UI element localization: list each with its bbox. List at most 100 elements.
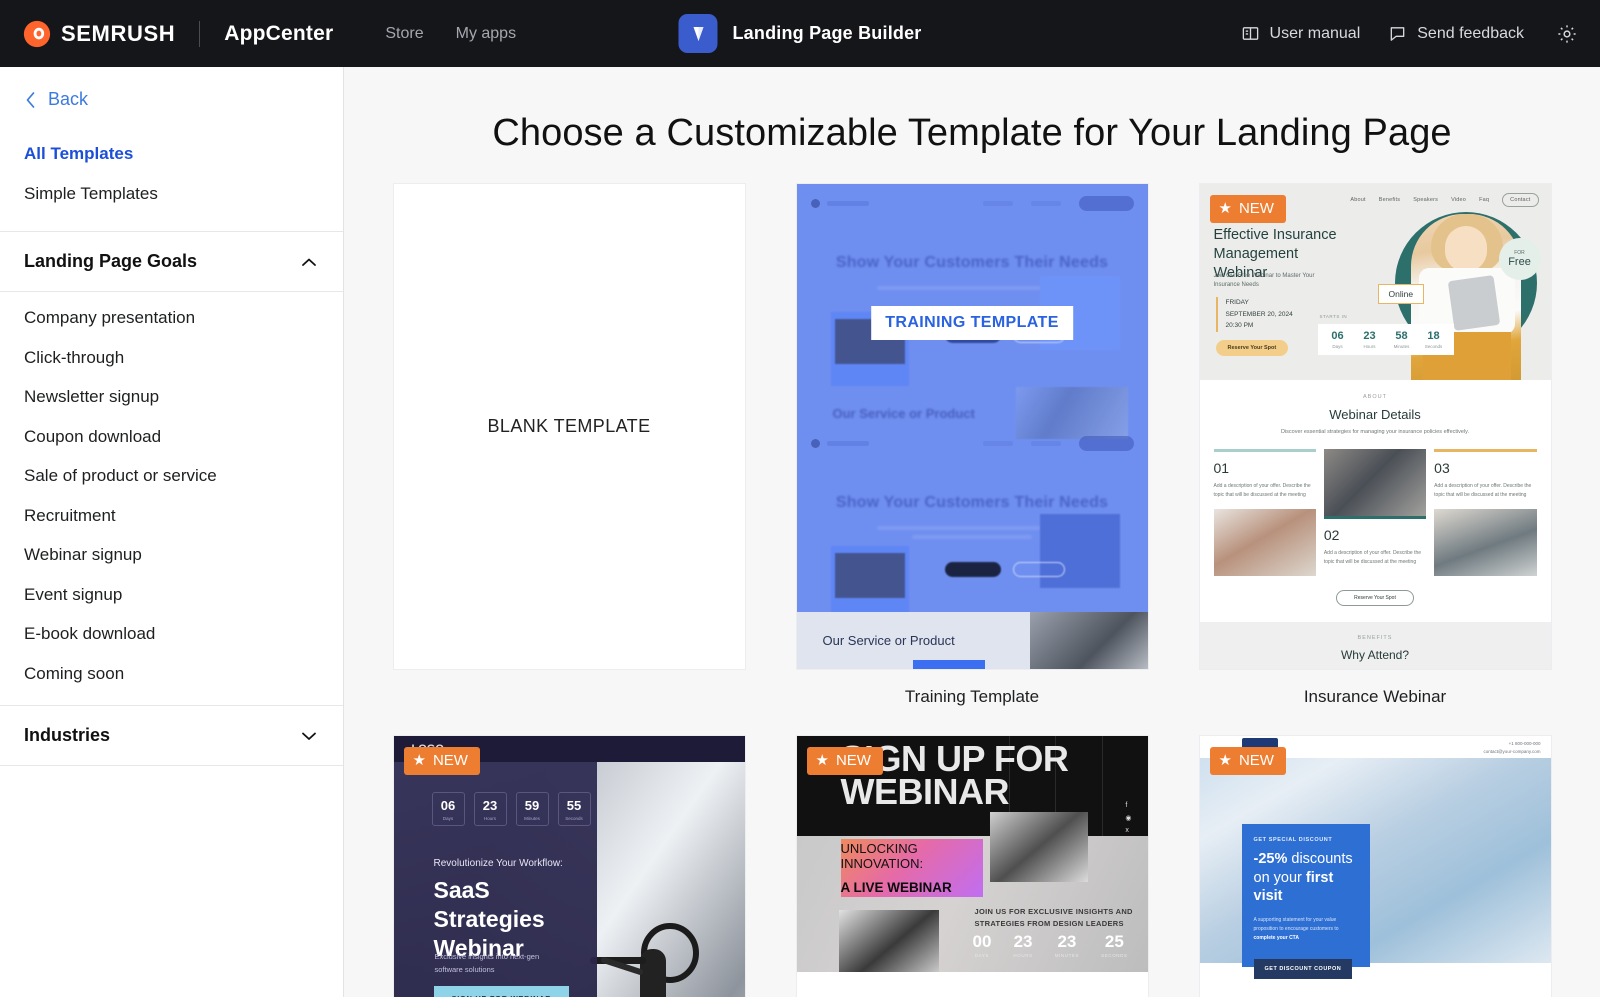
countdown-hours-label: Hours [1363,344,1376,349]
mock-footer-button [912,660,985,669]
star-icon: ★ [412,752,426,769]
sidebar-item-e-book-download[interactable]: E-book download [0,614,343,654]
mock-nav-speakers: Speakers [1413,197,1439,203]
user-manual-button[interactable]: User manual [1241,24,1360,43]
chevron-up-icon [302,258,316,266]
mock-headline-line-2: WEBINAR [840,771,1010,813]
countdown-minutes-label: MINUTES [1054,953,1080,958]
mock-logo-bar [826,440,869,446]
template-thumbnail-insurance-webinar[interactable]: About Benefits Speakers Video Faq Contac… [1198,183,1552,670]
nav-link-my-apps[interactable]: My apps [456,25,516,43]
mock-hero-cta: Reserve Your Spot [1215,340,1289,356]
sidebar-item-event-signup[interactable]: Event signup [0,575,343,615]
mock-gradient-line-2: INNOVATION: [840,855,924,871]
sidebar-group-landing-page-goals[interactable]: Landing Page Goals [0,232,343,291]
book-icon [1242,27,1258,40]
brand-block: SEMRUSH AppCenter [0,19,333,49]
new-badge: ★ NEW [806,747,883,775]
template-card-insurance-webinar[interactable]: ★ NEW About Benefits Speakers Video Faq … [1198,183,1552,707]
mock-date-time: 20:30 PM [1225,322,1254,330]
nav-link-store[interactable]: Store [385,25,423,43]
sidebar-item-click-through[interactable]: Click-through [0,338,343,378]
countdown-minutes-value: 58 [1395,330,1408,342]
mock-hero-subhead: Join Our Free Webinar to Master Your Ins… [1213,273,1315,288]
sidebar-item-coming-soon[interactable]: Coming soon [0,654,343,694]
template-label-training: Training Template [904,687,1040,706]
appcenter-label[interactable]: AppCenter [224,22,333,46]
template-card-sign-up-webinar[interactable]: ★ NEW SIGN UP FOR WEBINAR f ◉ x UNLOCKIN… [795,735,1149,997]
sidebar-item-recruitment[interactable]: Recruitment [0,496,343,536]
sidebar-item-sale-of-product-or-service[interactable]: Sale of product or service [0,456,343,496]
mock-nav-about: About [1350,197,1366,203]
mock-starts-in-label: STARTS IN [1319,314,1348,319]
mock-phone: +1 800-000-000 [1508,741,1541,746]
mock-subline [877,286,1067,290]
mock-photo-desk [989,812,1088,882]
sidebar-item-simple-templates[interactable]: Simple Templates [0,174,343,214]
countdown-hours-value: 23 [482,798,498,813]
gear-icon [1558,24,1576,43]
training-template-overlay-label: TRAINING TEMPLATE [871,306,1073,340]
countdown-days-label: Days [1332,344,1343,349]
mock-subline [877,526,1067,530]
mock-subhead: Exclusive insights into next-gen softwar… [434,952,540,974]
sidebar-item-company-presentation[interactable]: Company presentation [0,298,343,338]
mock-offer-paragraph: A supporting statement for your value pr… [1254,916,1358,944]
template-card-discount[interactable]: ★ NEW +1 800-000-000 contact@your-compan… [1198,735,1552,997]
countdown-minutes-value: 23 [1057,932,1077,951]
sidebar-group-industries[interactable]: Industries [0,706,343,765]
semrush-logo[interactable]: SEMRUSH [22,19,175,49]
template-thumbnail-blank[interactable]: BLANK TEMPLATE [392,183,746,670]
template-thumbnail-training[interactable]: Show Your Customers Their Needs Our Serv… [795,183,1149,670]
sidebar-item-newsletter-signup[interactable]: Newsletter signup [0,377,343,417]
countdown-seconds-label: SECONDS [1101,953,1128,958]
mock-step-number-02: 02 [1323,527,1340,543]
template-card-saas-strategies[interactable]: ★ NEW 06 Days 23 Hours 59 Minutes 55 Sec… [392,735,746,997]
send-feedback-label: Send feedback [1417,24,1524,42]
back-button[interactable]: Back [0,67,343,130]
template-card-blank[interactable]: BLANK TEMPLATE [392,183,746,707]
mock-offer-paragraph-text: A supporting statement for your value pr… [1253,916,1339,932]
mock-date-day: FRIDAY [1225,299,1249,306]
mock-about-title: Webinar Details [1329,407,1421,422]
countdown-cell: 58 Minutes [1386,330,1418,349]
mock-nav-bar [1030,440,1061,446]
mock-nav-video: Video [1451,197,1467,203]
sidebar-item-all-templates[interactable]: All Templates [0,134,343,174]
countdown-days-label: Days [442,816,454,821]
main-content: Choose a Customizable Template for Your … [344,67,1600,997]
x-icon: x [1125,827,1129,834]
settings-button[interactable] [1552,23,1578,45]
new-badge: ★ NEW [1209,195,1286,223]
mock-gradient-line-3: A LIVE WEBINAR [840,880,952,895]
brand-divider [199,20,201,47]
top-bar-actions: User manual Send feedback [1241,23,1600,45]
top-nav-links: Store My apps [385,25,516,43]
sidebar-goal-items: Company presentation Click-through Newsl… [0,292,343,705]
mock-cta-button: SIGN UP FOR WEBINAR [433,986,570,997]
sidebar-item-coupon-download[interactable]: Coupon download [0,417,343,457]
template-card-training[interactable]: Show Your Customers Their Needs Our Serv… [795,183,1149,707]
blank-template-text: BLANK TEMPLATE [487,416,651,436]
mock-image-left [830,546,909,620]
back-label: Back [48,89,89,109]
mock-logo-dot [810,438,820,448]
send-feedback-button[interactable]: Send feedback [1388,24,1524,43]
mock-body: UNLOCKING INNOVATION: A LIVE WEBINAR JOI… [796,836,1148,972]
sidebar-item-webinar-signup[interactable]: Webinar signup [0,535,343,575]
countdown-hours-value: 23 [1363,330,1376,342]
mock-nav-button [1078,195,1134,211]
mock-cta-primary [944,562,1001,577]
mock-footer-text: Our Service or Product [822,633,955,648]
mock-contact-info: +1 800-000-000 contact@your-company.com [1483,740,1540,756]
countdown-days-label: DAYS [974,953,990,958]
mock-rule-gold [1434,449,1537,452]
top-navigation-bar: SEMRUSH AppCenter Store My apps Landing … [0,0,1600,67]
page-title: Choose a Customizable Template for Your … [492,112,1452,154]
countdown-cell: 23 HOURS [1013,932,1032,958]
mock-headline-1: Show Your Customers Their Needs [835,254,1109,271]
mock-nav-button [1078,435,1134,451]
countdown-seconds-value: 18 [1427,330,1440,342]
mock-offer-eyebrow: GET SPECIAL DISCOUNT [1253,837,1333,843]
countdown-hours-label: HOURS [1013,953,1033,958]
